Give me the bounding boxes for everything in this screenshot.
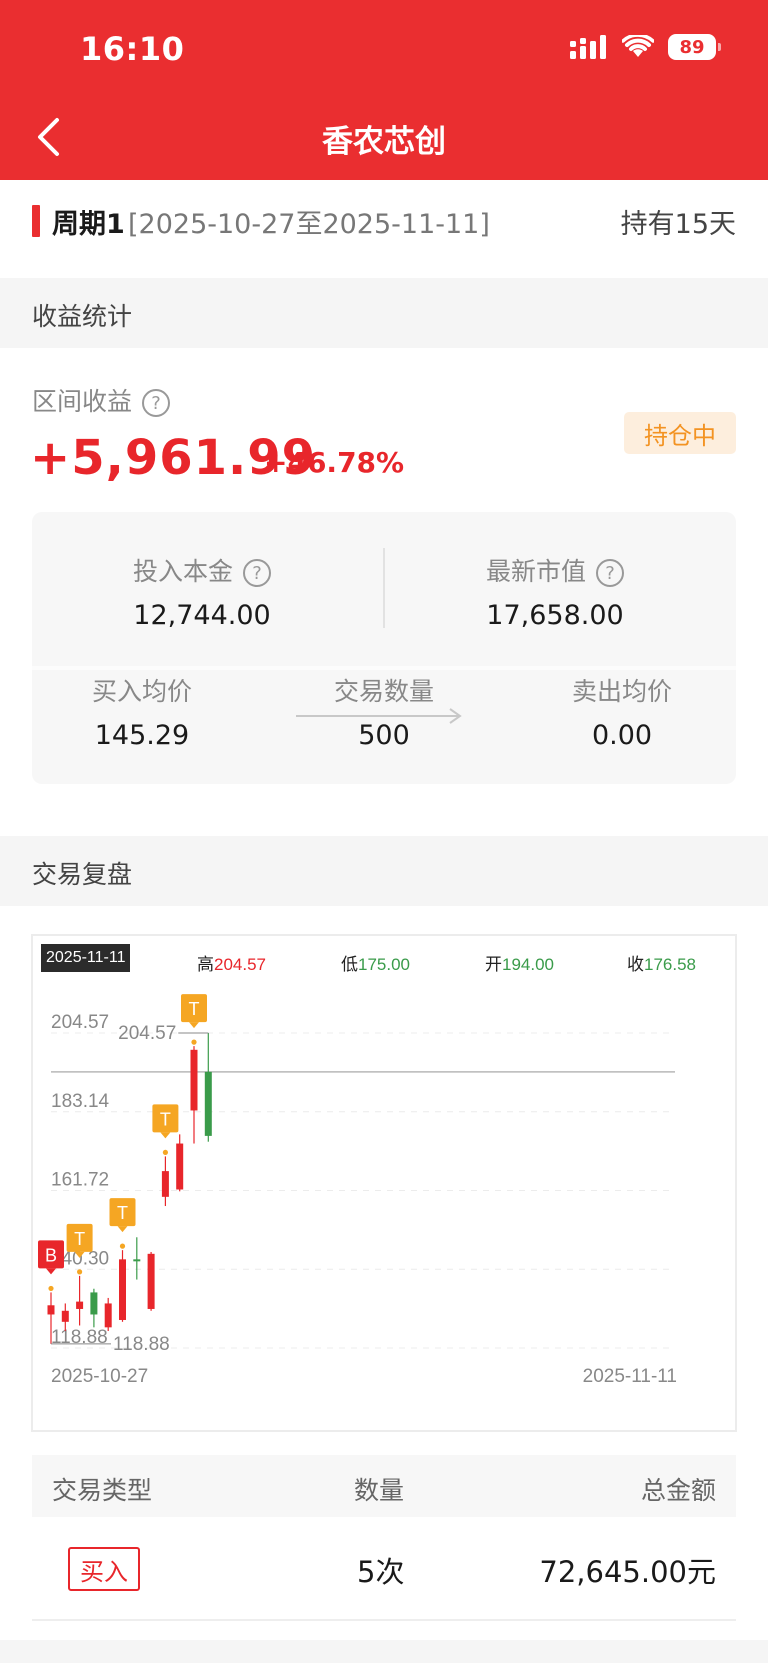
- market-value: 17,658.00: [486, 600, 624, 631]
- trade-count: 5次: [357, 1555, 405, 1589]
- trade-dot: [162, 1149, 168, 1156]
- signal-icon: [570, 35, 606, 59]
- candle-body: [161, 1171, 169, 1197]
- col-trade-type: 交易类型: [52, 1476, 153, 1505]
- trade-marker-label: T: [74, 1229, 85, 1249]
- candle-body: [133, 1259, 141, 1262]
- table-row[interactable]: 买入 5次 72,645.00元: [32, 1517, 736, 1621]
- help-icon[interactable]: ?: [142, 389, 171, 417]
- page-title: 香农芯创: [322, 124, 446, 160]
- x-end-label: 2025-11-11: [583, 1366, 677, 1387]
- buy-avg-label: 买入均价: [91, 677, 192, 706]
- replay-section-title: 交易复盘: [32, 860, 133, 889]
- trade-marker-label: T: [117, 1203, 128, 1223]
- market-label-text: 最新市值: [485, 557, 586, 586]
- trade-marker-label: B: [45, 1245, 57, 1265]
- col-quantity: 数量: [354, 1476, 405, 1505]
- market-value-stat: 最新市值? 17,658.00: [425, 552, 685, 631]
- status-icons: 89: [570, 34, 721, 60]
- x-start-label: 2025-10-27: [51, 1366, 148, 1387]
- stat-separator: [32, 666, 736, 670]
- profit-section-title: 收益统计: [32, 302, 133, 331]
- candle-body: [204, 1071, 212, 1136]
- hold-days: 持有15天: [620, 209, 736, 240]
- wifi-icon: [622, 35, 654, 57]
- candle-body: [190, 1049, 198, 1111]
- market-label: 最新市值?: [425, 552, 685, 588]
- period-label: 周期1: [52, 209, 125, 240]
- interval-profit-text: 区间收益: [32, 387, 133, 416]
- candle-body: [147, 1253, 155, 1309]
- interval-profit-label: 区间收益?: [32, 382, 171, 418]
- replay-section-header: 交易复盘: [0, 836, 768, 906]
- trade-marker-pointer: [117, 1226, 128, 1233]
- candle-body: [119, 1259, 126, 1320]
- max-value-label: 204.57: [118, 1023, 176, 1044]
- profit-section-header: 收益统计: [0, 278, 768, 348]
- bottom-strip: [0, 1640, 768, 1663]
- sell-avg-value: 0.00: [591, 720, 653, 751]
- help-icon[interactable]: ?: [596, 559, 624, 587]
- buy-avg-stat: 买入均价 145.29: [52, 672, 232, 751]
- trade-marker-pointer: [189, 1022, 199, 1029]
- trade-marker-pointer: [46, 1268, 56, 1275]
- arrow-right-icon: [296, 708, 462, 724]
- position-status-badge: 持仓中: [624, 412, 736, 454]
- min-value-label: 118.88: [113, 1334, 170, 1355]
- trade-marker-label: T: [160, 1109, 171, 1129]
- kline-chart[interactable]: 204.57183.14161.72140.30118.88BTTTT204.5…: [33, 936, 735, 1430]
- candle-body: [47, 1305, 55, 1315]
- period-row: 周期1 [2025-10-27至2025-11-11] 持有15天: [0, 180, 768, 278]
- invested-label-text: 投入本金: [132, 557, 233, 586]
- trade-type-badge: 买入: [68, 1547, 140, 1591]
- candle-body: [176, 1143, 184, 1190]
- candle-body: [61, 1310, 69, 1322]
- kline-chart-card[interactable]: 2025-11-11 高204.57 低175.00 开194.00 收176.…: [31, 934, 737, 1432]
- trade-dot: [77, 1269, 83, 1275]
- stats-card: 投入本金? 12,744.00 最新市值? 17,658.00 买入均价 145…: [32, 512, 736, 784]
- battery-icon: 89: [668, 34, 721, 60]
- col-total-amount: 总金额: [640, 1476, 716, 1505]
- trade-dot: [191, 1039, 197, 1045]
- period-range: [2025-10-27至2025-11-11]: [128, 209, 490, 240]
- candle-body: [104, 1303, 112, 1328]
- invested-stat: 投入本金? 12,744.00: [72, 552, 332, 631]
- y-tick-label: 161.72: [51, 1170, 109, 1191]
- period-accent-bar: [32, 205, 40, 237]
- trade-marker-label: T: [189, 999, 200, 1019]
- help-icon[interactable]: ?: [243, 559, 271, 587]
- candle-body: [90, 1292, 98, 1315]
- y-tick-label: 118.88: [51, 1327, 108, 1348]
- invested-value: 12,744.00: [133, 600, 271, 631]
- sell-avg-stat: 卖出均价 0.00: [532, 672, 712, 751]
- sell-avg-label: 卖出均价: [571, 677, 672, 706]
- y-tick-label: 204.57: [51, 1012, 109, 1033]
- trade-total: 72,645.00元: [539, 1555, 716, 1589]
- y-tick-label: 183.14: [51, 1091, 110, 1112]
- trade-dot: [48, 1285, 54, 1292]
- status-time: 16:10: [80, 30, 185, 68]
- app-header: 16:10 89 香农芯创: [0, 0, 768, 180]
- stat-divider: [383, 548, 385, 628]
- trade-qty-label: 交易数量: [333, 677, 434, 706]
- trade-marker-pointer: [160, 1132, 171, 1139]
- trade-dot: [119, 1243, 126, 1249]
- invested-label: 投入本金?: [72, 552, 332, 588]
- profit-percent: +46.78%: [264, 446, 405, 479]
- trade-table-header: 交易类型 数量 总金额: [32, 1455, 736, 1517]
- candle-body: [76, 1301, 84, 1309]
- buy-avg-value: 145.29: [94, 720, 190, 751]
